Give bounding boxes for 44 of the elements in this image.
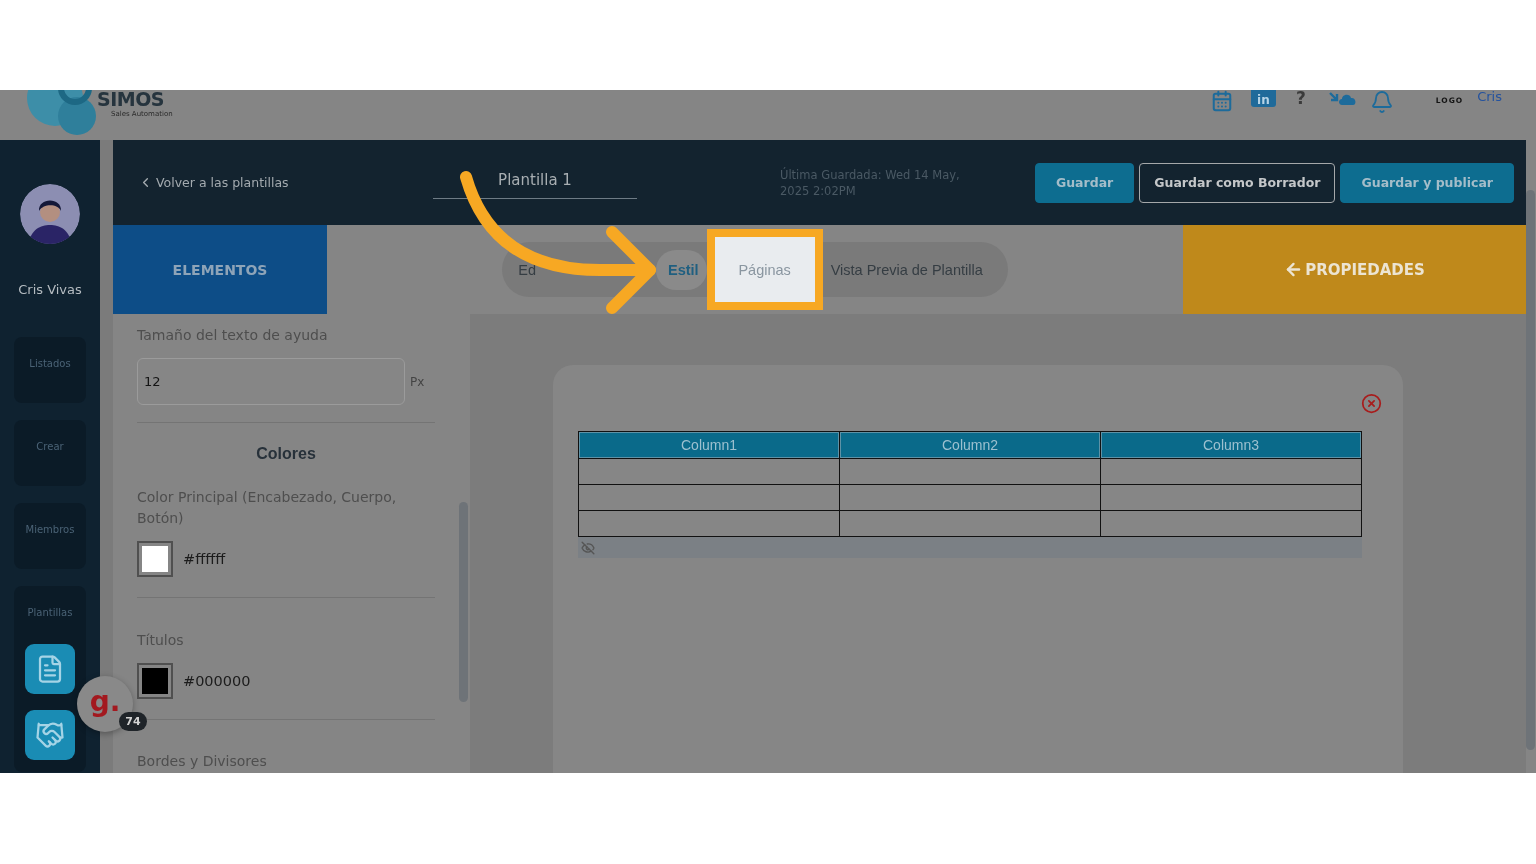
action-button[interactable]: Guardar xyxy=(1034,162,1135,203)
sidebar-item-label: Plantillas xyxy=(27,607,73,618)
logo-name: SIMOS xyxy=(97,90,165,108)
user-name: Cris Vivas xyxy=(18,282,82,297)
bell-icon[interactable] xyxy=(1369,90,1394,114)
unit-label: Px xyxy=(410,374,425,389)
sidebar-item[interactable]: Miembros xyxy=(14,503,86,569)
properties-button[interactable]: PROPIEDADES xyxy=(1183,225,1526,314)
sidebar-item[interactable]: Crear xyxy=(14,420,86,486)
template-name-field[interactable]: Plantilla 1 xyxy=(433,166,637,199)
cloud-icon[interactable] xyxy=(1327,90,1358,106)
properties-label: PROPIEDADES xyxy=(1305,260,1425,279)
avatar-icon[interactable] xyxy=(20,184,80,244)
view-tab[interactable]: Estil xyxy=(656,249,707,290)
logo-icon xyxy=(25,90,97,135)
sidebar-item-label: Crear xyxy=(36,441,64,452)
table-header-cell: Column2 xyxy=(839,431,1101,459)
user-name[interactable]: Cris xyxy=(1477,90,1502,104)
color-swatch[interactable] xyxy=(137,663,173,699)
table-header-cell: Column3 xyxy=(1100,431,1362,459)
sidebar-item-label: Listados xyxy=(29,358,71,369)
calendar-icon[interactable] xyxy=(1210,90,1233,112)
handshake-icon[interactable] xyxy=(25,710,75,760)
view-tab[interactable]: Páginas xyxy=(706,229,823,310)
action-button[interactable]: Guardar como Borrador xyxy=(1139,162,1336,203)
close-icon[interactable] xyxy=(1361,393,1382,414)
sidebar-item-label: Miembros xyxy=(25,524,75,535)
section-title: Colores xyxy=(255,445,317,463)
color-value: #ffffff xyxy=(183,551,226,567)
social-badge[interactable]: in xyxy=(1250,90,1276,107)
elements-tab[interactable]: ELEMENTOS xyxy=(113,225,327,314)
view-tab[interactable]: Vista Previa de Plantilla xyxy=(822,249,991,290)
color-value: #000000 xyxy=(183,673,251,689)
sidebar-item[interactable]: Listados xyxy=(14,337,86,403)
scrollbar-thumb[interactable] xyxy=(1526,190,1535,750)
eye-off-icon[interactable] xyxy=(581,540,595,555)
document-icon[interactable] xyxy=(25,644,75,694)
size-input[interactable]: 12 xyxy=(137,358,405,405)
sidebar-item[interactable]: Plantillas xyxy=(14,586,86,772)
action-button[interactable]: Guardar y publicar xyxy=(1340,162,1514,203)
table-header-cell: Column1 xyxy=(578,431,840,459)
help-mark[interactable]: ? xyxy=(1295,90,1306,107)
view-tab[interactable]: Ed xyxy=(514,249,544,290)
color-swatch[interactable] xyxy=(137,541,173,577)
